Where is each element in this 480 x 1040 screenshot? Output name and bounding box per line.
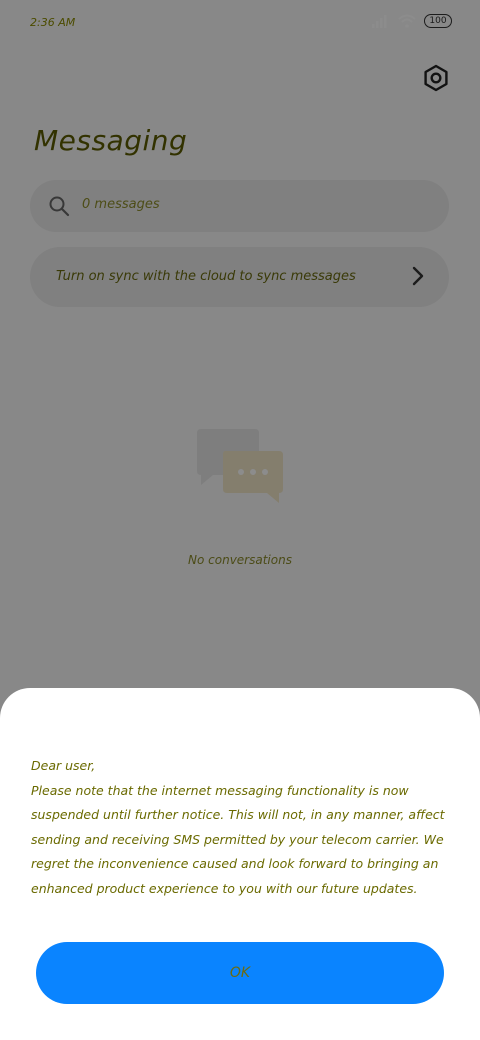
notice-dialog: Dear user, Please note that the internet… (0, 688, 480, 1040)
dialog-greeting: Dear user, (31, 758, 96, 773)
dialog-message: Dear user, Please note that the internet… (31, 754, 459, 901)
ok-button[interactable]: OK (36, 942, 444, 1004)
dialog-body: Please note that the internet messaging … (31, 782, 445, 896)
